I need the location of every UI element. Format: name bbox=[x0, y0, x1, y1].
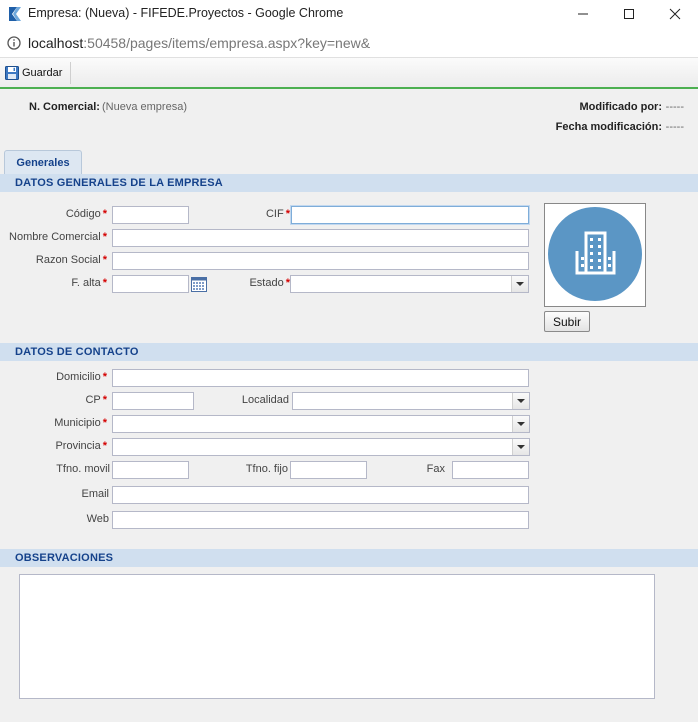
chevron-down-icon bbox=[516, 282, 524, 286]
minimize-icon bbox=[578, 13, 588, 15]
domicilio-input[interactable] bbox=[112, 369, 529, 387]
chevron-down-icon bbox=[517, 422, 525, 426]
cif-input[interactable] bbox=[291, 206, 529, 224]
localidad-label: Localidad bbox=[241, 394, 289, 406]
tfno-fijo-input[interactable] bbox=[290, 461, 367, 479]
fax-input[interactable] bbox=[452, 461, 529, 479]
fecha-modificacion-value: ----- bbox=[665, 121, 684, 133]
provincia-dropdown-trigger[interactable] bbox=[512, 439, 529, 455]
nombre-comercial-label: N. Comercial: bbox=[29, 101, 100, 113]
toolbar: Guardar bbox=[0, 58, 698, 89]
url-text[interactable]: localhost:50458/pages/items/empresa.aspx… bbox=[28, 35, 370, 51]
modificado-por-label: Modificado por: bbox=[579, 101, 663, 113]
company-logo-box bbox=[544, 203, 646, 307]
tfno-movil-label: Tfno. movil bbox=[56, 463, 110, 475]
tfno-movil-input[interactable] bbox=[112, 461, 189, 479]
maximize-button[interactable] bbox=[606, 0, 652, 28]
estado-dropdown-trigger[interactable] bbox=[511, 276, 528, 292]
save-button-label: Guardar bbox=[22, 67, 63, 79]
fecha-modificacion-label: Fecha modificación: bbox=[555, 121, 662, 133]
building-icon bbox=[548, 207, 642, 301]
codigo-input[interactable] bbox=[112, 206, 189, 224]
nombre-comercial-field-label: Nombre Comercial * bbox=[9, 231, 107, 243]
razon-social-input[interactable] bbox=[112, 252, 529, 270]
upload-button[interactable]: Subir bbox=[544, 311, 590, 332]
fax-label: Fax bbox=[426, 463, 445, 475]
info-icon[interactable] bbox=[7, 36, 21, 50]
chevron-down-icon bbox=[517, 445, 525, 449]
save-icon bbox=[5, 66, 19, 80]
window-title: Empresa: (Nueva) - FIFEDE.Proyectos - Go… bbox=[28, 6, 344, 20]
tab-generales[interactable]: Generales bbox=[4, 150, 82, 174]
observaciones-textarea[interactable] bbox=[19, 574, 655, 699]
municipio-dropdown-trigger[interactable] bbox=[512, 416, 529, 432]
address-bar[interactable]: localhost:50458/pages/items/empresa.aspx… bbox=[0, 28, 698, 58]
close-button[interactable] bbox=[652, 0, 698, 28]
provincia-label: Provincia * bbox=[55, 440, 107, 452]
nombre-comercial-value: (Nueva empresa) bbox=[102, 101, 187, 113]
save-button[interactable]: Guardar bbox=[2, 62, 72, 84]
email-label: Email bbox=[81, 488, 109, 500]
municipio-label: Municipio * bbox=[54, 417, 107, 429]
minimize-button[interactable] bbox=[560, 0, 606, 28]
nombre-comercial-input[interactable] bbox=[112, 229, 529, 247]
tfno-fijo-label: Tfno. fijo bbox=[245, 463, 288, 475]
close-icon bbox=[669, 8, 681, 20]
estado-select[interactable] bbox=[290, 275, 529, 293]
codigo-label: Código * bbox=[65, 208, 107, 220]
localidad-dropdown-trigger[interactable] bbox=[512, 393, 529, 409]
section-datos-contacto: DATOS DE CONTACTO bbox=[0, 343, 698, 361]
estado-label: Estado * bbox=[249, 277, 290, 289]
window-titlebar: Empresa: (Nueva) - FIFEDE.Proyectos - Go… bbox=[0, 0, 698, 28]
f-alta-label: F. alta * bbox=[71, 277, 107, 289]
section-observaciones: OBSERVACIONES bbox=[0, 549, 698, 567]
cif-label: CIF * bbox=[265, 208, 290, 220]
chevron-down-icon bbox=[517, 399, 525, 403]
email-input[interactable] bbox=[112, 486, 529, 504]
f-alta-input[interactable] bbox=[112, 275, 189, 293]
razon-social-label: Razon Social * bbox=[35, 254, 107, 266]
domicilio-label: Domicilio * bbox=[56, 371, 107, 383]
localidad-select[interactable] bbox=[292, 392, 530, 410]
modificado-por-value: ----- bbox=[665, 101, 684, 113]
app-icon bbox=[9, 7, 21, 21]
section-datos-generales: DATOS GENERALES DE LA EMPRESA bbox=[0, 174, 698, 192]
cp-label: CP * bbox=[85, 394, 107, 406]
web-input[interactable] bbox=[112, 511, 529, 529]
web-label: Web bbox=[86, 513, 109, 525]
provincia-select[interactable] bbox=[112, 438, 530, 456]
cp-input[interactable] bbox=[112, 392, 194, 410]
calendar-icon[interactable] bbox=[191, 276, 207, 292]
municipio-select[interactable] bbox=[112, 415, 530, 433]
maximize-icon bbox=[624, 9, 634, 19]
